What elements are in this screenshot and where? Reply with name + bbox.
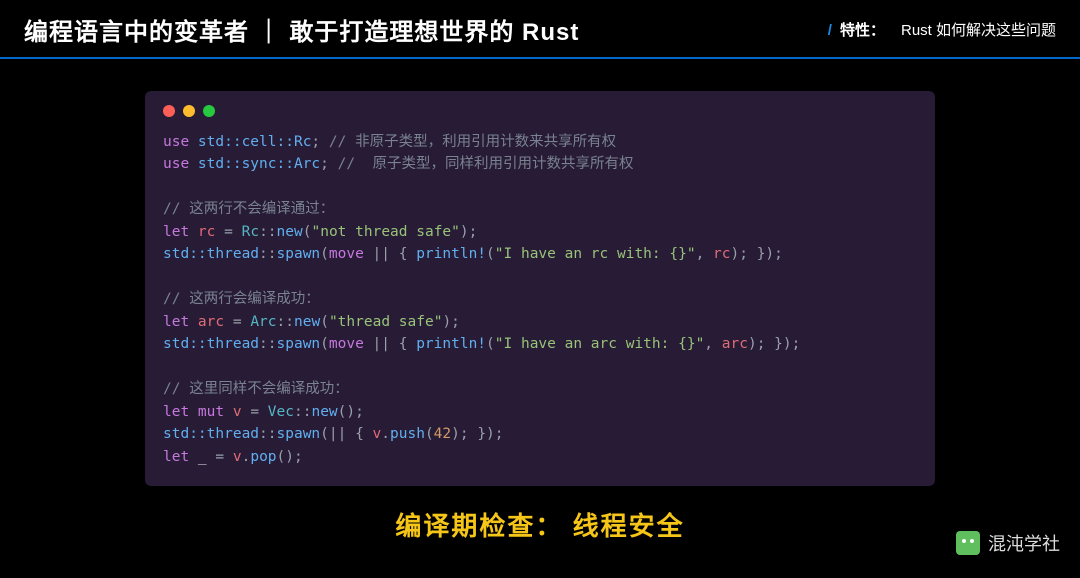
code-window: use std::cell::Rc; // 非原子类型，利用引用计数来共享所有权… <box>145 91 935 486</box>
code-token: rc <box>713 246 730 262</box>
code-token: move <box>329 246 364 262</box>
code-token: ); }); <box>451 426 503 442</box>
code-token: = <box>215 224 241 240</box>
code-token: ( <box>486 246 495 262</box>
code-token: spawn <box>277 426 321 442</box>
code-token: let <box>163 224 189 240</box>
header-label: 特性： <box>840 19 885 40</box>
code-token: let <box>163 314 189 330</box>
header-meta: / 特性： Rust 如何解决这些问题 <box>828 19 1056 40</box>
code-token: _ <box>189 449 206 465</box>
code-token: use <box>163 134 189 150</box>
code-token: std::sync::Arc <box>189 156 320 172</box>
code-token: ); }); <box>748 336 800 352</box>
code-token: ); <box>460 224 477 240</box>
code-token: ; <box>311 134 320 150</box>
code-token: :: <box>277 314 294 330</box>
code-token: push <box>390 426 425 442</box>
label-slash: / <box>828 22 832 39</box>
code-token: pop <box>250 449 276 465</box>
code-token: :: <box>259 224 276 240</box>
header-subtitle: Rust 如何解决这些问题 <box>901 19 1056 40</box>
code-token: = <box>207 449 233 465</box>
code-token: 42 <box>434 426 451 442</box>
code-token: rc <box>189 224 215 240</box>
code-token: ( <box>320 246 329 262</box>
code-token: v <box>233 449 242 465</box>
code-token: :: <box>259 336 276 352</box>
code-token: :: <box>259 426 276 442</box>
code-token: std::cell::Rc <box>189 134 311 150</box>
code-comment: // 这里同样不会编译成功： <box>163 381 349 397</box>
code-token: println! <box>416 336 486 352</box>
code-token: v <box>224 404 241 420</box>
code-token: new <box>294 314 320 330</box>
code-token: Rc <box>242 224 259 240</box>
code-token: move <box>329 336 364 352</box>
code-token: std::thread <box>163 426 259 442</box>
code-comment: // 这两行会编译成功： <box>163 291 320 307</box>
code-token: mut <box>189 404 224 420</box>
code-token: || { <box>364 246 416 262</box>
code-token: println! <box>416 246 486 262</box>
code-token: ); }); <box>731 246 783 262</box>
code-block: use std::cell::Rc; // 非原子类型，利用引用计数来共享所有权… <box>163 131 917 468</box>
code-token: let <box>163 404 189 420</box>
window-controls <box>163 105 917 117</box>
code-token: ; <box>320 156 329 172</box>
brand-watermark: 混沌学社 <box>956 530 1060 556</box>
code-token: Vec <box>268 404 294 420</box>
code-token: spawn <box>277 336 321 352</box>
code-comment: // 非原子类型，利用引用计数来共享所有权 <box>320 134 616 150</box>
wechat-icon <box>956 531 980 555</box>
code-token: arc <box>722 336 748 352</box>
code-token: arc <box>189 314 224 330</box>
code-comment: // 这两行不会编译通过： <box>163 201 334 217</box>
slide-header: 编程语言中的变革者 ｜ 敢于打造理想世界的 Rust / 特性： Rust 如何解… <box>0 0 1080 59</box>
maximize-icon <box>203 105 215 117</box>
code-token: (); <box>338 404 364 420</box>
code-token: "I have an rc with: {}" <box>495 246 696 262</box>
code-token: :: <box>294 404 311 420</box>
code-token: = <box>242 404 268 420</box>
code-token: , <box>704 336 721 352</box>
code-token: ( <box>320 336 329 352</box>
code-token: let <box>163 449 189 465</box>
code-token: v <box>373 426 382 442</box>
close-icon <box>163 105 175 117</box>
code-token: use <box>163 156 189 172</box>
code-comment: // 原子类型，同样利用引用计数共享所有权 <box>329 156 634 172</box>
code-token: :: <box>259 246 276 262</box>
brand-name: 混沌学社 <box>988 530 1060 556</box>
minimize-icon <box>183 105 195 117</box>
code-token: std::thread <box>163 336 259 352</box>
code-token: (|| { <box>320 426 372 442</box>
code-token: . <box>381 426 390 442</box>
code-token: Arc <box>250 314 276 330</box>
code-token: = <box>224 314 250 330</box>
code-token: , <box>696 246 713 262</box>
code-token: std::thread <box>163 246 259 262</box>
code-token: ( <box>320 314 329 330</box>
slide-footer-title: 编译期检查： 线程安全 <box>0 506 1080 543</box>
code-token: new <box>277 224 303 240</box>
code-token: || { <box>364 336 416 352</box>
code-token: "not thread safe" <box>311 224 459 240</box>
code-token: "I have an arc with: {}" <box>495 336 705 352</box>
slide-title: 编程语言中的变革者 ｜ 敢于打造理想世界的 Rust <box>24 12 579 47</box>
code-token: (); <box>277 449 303 465</box>
code-token: ); <box>442 314 459 330</box>
code-token: new <box>311 404 337 420</box>
code-token: ( <box>425 426 434 442</box>
code-token: spawn <box>277 246 321 262</box>
code-token: ( <box>486 336 495 352</box>
code-token: "thread safe" <box>329 314 443 330</box>
